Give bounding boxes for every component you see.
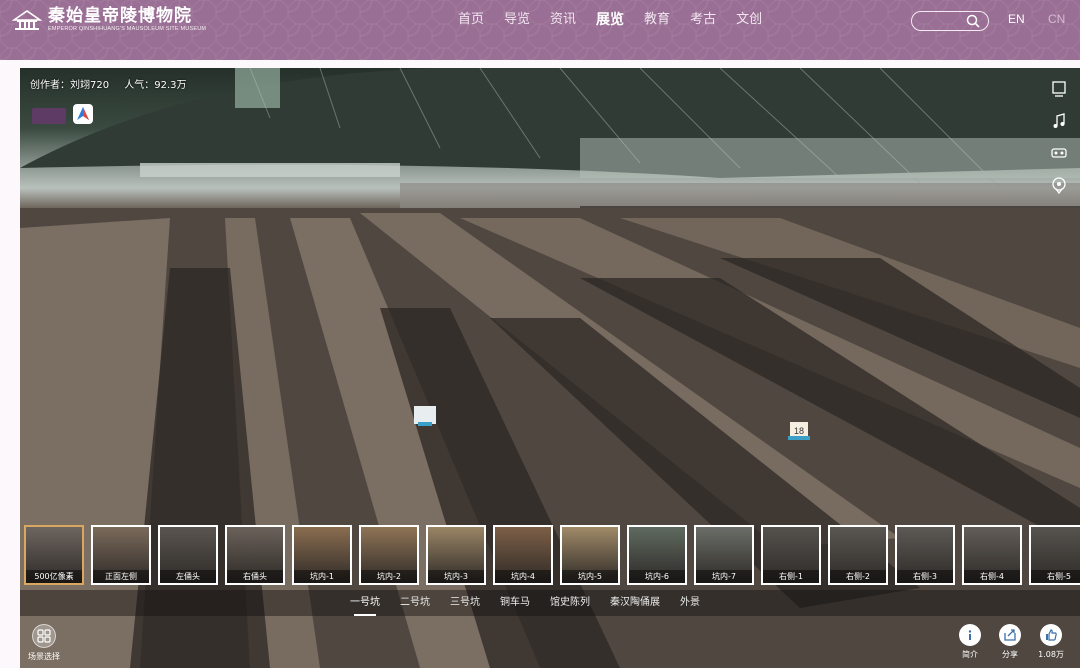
scene-thumbnail-label: 左俑头	[160, 570, 216, 583]
scene-thumbnail[interactable]: 500亿像素	[24, 525, 84, 585]
logo-subtitle: EMPEROR QINSHIHUANG'S MAUSOLEUM SITE MUS…	[48, 26, 207, 32]
scene-thumbnail-label: 右侧-3	[897, 570, 953, 583]
scene-thumbnail[interactable]: 坑内-1	[292, 525, 352, 585]
nav-home[interactable]: 首页	[458, 0, 484, 40]
intro-button[interactable]: 简介	[956, 624, 984, 660]
museum-logo[interactable]: 秦始皇帝陵博物院 EMPEROR QINSHIHUANG'S MAUSOLEUM…	[12, 7, 206, 33]
scene-thumbnail[interactable]: 右侧-2	[828, 525, 888, 585]
scene-thumbnail-label: 正面左侧	[93, 570, 149, 583]
navigation-arrow-icon	[77, 107, 89, 120]
category-bar: 一号坑 二号坑 三号坑 铜车马 馆史陈列 秦汉陶俑展 外景	[20, 590, 1080, 616]
category-pit-2[interactable]: 二号坑	[400, 590, 430, 616]
category-pit-3[interactable]: 三号坑	[450, 590, 480, 616]
scene-thumbnail-label: 坑内-1	[294, 570, 350, 583]
scene-thumbnail-label: 坑内-7	[696, 570, 752, 583]
creator-label: 创作者：刘翊720	[30, 80, 110, 91]
hotspot-number-label: 18	[794, 426, 804, 436]
scene-thumbnail-label: 右俑头	[227, 570, 283, 583]
grid-icon	[37, 629, 51, 643]
scene-thumbnail[interactable]: 坑内-3	[426, 525, 486, 585]
category-exterior[interactable]: 外景	[680, 590, 700, 616]
scene-thumbnail[interactable]: 右侧-1	[761, 525, 821, 585]
category-active-underline	[354, 614, 376, 616]
vr-glasses-icon[interactable]	[1050, 144, 1068, 162]
scene-thumbnail-label: 坑内-2	[361, 570, 417, 583]
panorama-viewer[interactable]: 18 创作者：刘翊720 人气：92.3万 500亿像素 正面左侧 左俑头 右俑…	[20, 68, 1080, 668]
scene-thumbnail[interactable]: 坑内-7	[694, 525, 754, 585]
nav-cultural-products[interactable]: 文创	[736, 0, 762, 40]
scene-select-button[interactable]: 场景选择	[26, 624, 62, 662]
scene-thumbnail-label: 坑内-6	[629, 570, 685, 583]
scene-thumbnail[interactable]: 坑内-6	[627, 525, 687, 585]
scene-thumbnail-label: 右侧-5	[1031, 570, 1080, 583]
partner-logo-badge[interactable]	[32, 108, 66, 124]
nav-guide[interactable]: 导览	[504, 0, 530, 40]
main-nav: 首页 导览 资讯 展览 教育 考古 文创	[458, 0, 782, 40]
popularity-label: 人气：92.3万	[124, 80, 187, 91]
info-icon	[968, 630, 972, 640]
nav-archaeology[interactable]: 考古	[690, 0, 716, 40]
scene-thumbnail-label: 坑内-4	[495, 570, 551, 583]
scene-thumbnail-label: 右侧-4	[964, 570, 1020, 583]
lang-en-link[interactable]: EN	[1008, 12, 1025, 26]
scene-thumbnail-strip: 500亿像素 正面左侧 左俑头 右俑头 坑内-1 坑内-2 坑内-3 坑内-4 坑内-5 坑内-6…	[24, 525, 1080, 585]
share-icon	[1004, 629, 1016, 641]
like-count-label: 1.08万	[1038, 650, 1064, 659]
search-icon[interactable]	[966, 14, 980, 28]
category-qin-han-figurines[interactable]: 秦汉陶俑展	[610, 590, 660, 616]
hotspot-info-marker[interactable]	[414, 406, 436, 426]
like-button[interactable]: 1.08万	[1036, 624, 1066, 660]
site-header: 秦始皇帝陵博物院 EMPEROR QINSHIHUANG'S MAUSOLEUM…	[0, 0, 1080, 60]
lang-cn-link[interactable]: CN	[1048, 12, 1065, 26]
scene-thumbnail[interactable]: 右侧-4	[962, 525, 1022, 585]
scene-thumbnail[interactable]: 左俑头	[158, 525, 218, 585]
share-label: 分享	[1002, 650, 1018, 659]
nav-news[interactable]: 资讯	[550, 0, 576, 40]
category-bronze-chariots[interactable]: 铜车马	[500, 590, 530, 616]
location-pin-icon[interactable]	[1050, 176, 1068, 194]
music-note-icon[interactable]	[1050, 112, 1068, 130]
intro-label: 简介	[962, 650, 978, 659]
side-toolbar	[1050, 80, 1068, 208]
scene-thumbnail-label: 500亿像素	[26, 570, 82, 583]
scene-thumbnail[interactable]: 坑内-2	[359, 525, 419, 585]
category-museum-history[interactable]: 馆史陈列	[550, 590, 590, 616]
scene-thumbnail-label: 右侧-2	[830, 570, 886, 583]
nav-education[interactable]: 教育	[644, 0, 670, 40]
scene-thumbnail[interactable]: 正面左侧	[91, 525, 151, 585]
scene-select-label: 场景选择	[28, 652, 60, 661]
scene-thumbnail[interactable]: 右俑头	[225, 525, 285, 585]
search-box[interactable]	[911, 11, 989, 31]
gyroscope-icon[interactable]	[1050, 80, 1068, 98]
thumbs-up-icon	[1046, 629, 1057, 641]
scene-thumbnail-label: 坑内-5	[562, 570, 618, 583]
scene-thumbnail[interactable]: 右侧-3	[895, 525, 955, 585]
scene-thumbnail-label: 右侧-1	[763, 570, 819, 583]
museum-emblem-icon	[12, 10, 42, 30]
logo-title: 秦始皇帝陵博物院	[48, 6, 192, 26]
scene-thumbnail-label: 坑内-3	[428, 570, 484, 583]
map-app-icon[interactable]	[73, 104, 93, 124]
pano-meta: 创作者：刘翊720 人气：92.3万	[30, 76, 199, 91]
scene-thumbnail[interactable]: 坑内-4	[493, 525, 553, 585]
scene-thumbnail[interactable]: 坑内-5	[560, 525, 620, 585]
share-button[interactable]: 分享	[996, 624, 1024, 660]
category-pit-1[interactable]: 一号坑	[350, 590, 380, 616]
nav-exhibition[interactable]: 展览	[596, 0, 624, 40]
scene-thumbnail[interactable]: 右侧-5	[1029, 525, 1080, 585]
